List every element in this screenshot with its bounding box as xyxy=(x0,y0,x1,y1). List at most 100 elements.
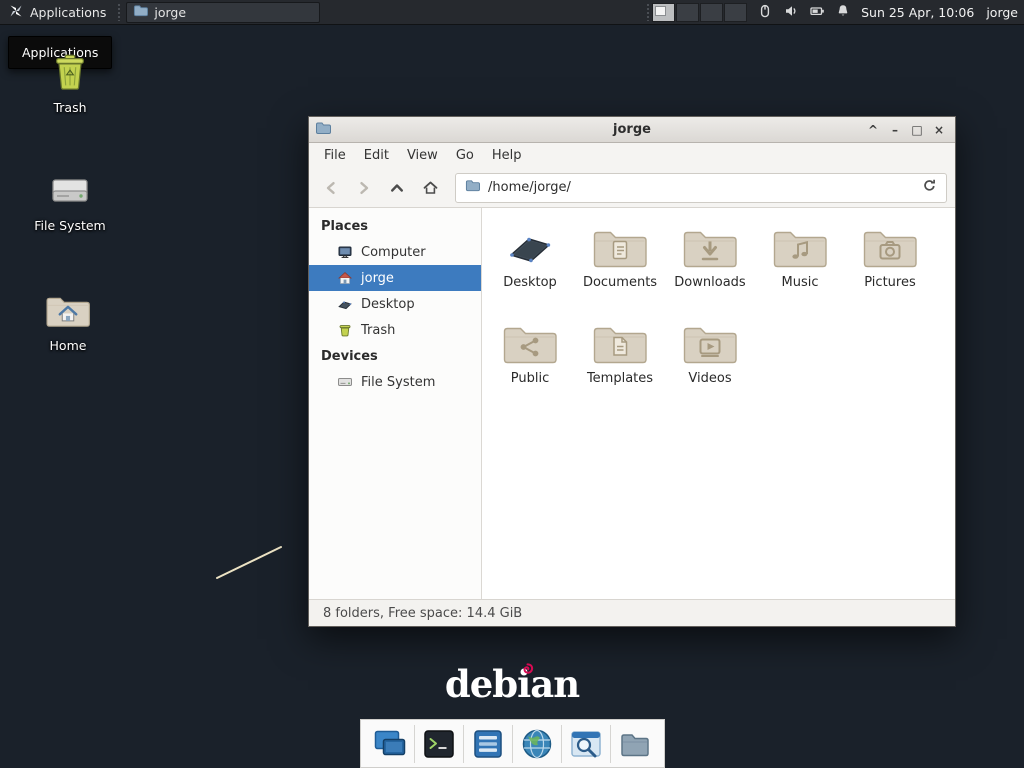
desktop: Applications jorge xyxy=(0,0,1024,768)
maximize-button[interactable]: □ xyxy=(907,121,927,139)
sidebar-item-computer[interactable]: Computer xyxy=(309,239,481,265)
application-finder-icon xyxy=(569,727,603,761)
sidebar-item-trash[interactable]: Trash xyxy=(309,317,481,343)
workspace-4[interactable] xyxy=(724,3,747,22)
home-button[interactable] xyxy=(416,174,444,202)
folder-downloads[interactable]: Downloads xyxy=(665,222,755,318)
volume-icon[interactable] xyxy=(783,3,799,22)
menu-view[interactable]: View xyxy=(398,145,447,166)
sidebar: Places Computer jorge xyxy=(309,208,482,599)
debian-wordmark: debian xyxy=(445,662,579,706)
sidebar-item-file-system[interactable]: File System xyxy=(309,369,481,395)
folder-label: Music xyxy=(782,275,819,290)
dock-separator xyxy=(463,725,464,763)
mouse-settings-icon[interactable] xyxy=(757,3,773,22)
applications-menu-button[interactable]: Applications xyxy=(0,0,114,24)
computer-icon xyxy=(337,244,353,260)
user-menu[interactable]: jorge xyxy=(986,5,1018,20)
close-button[interactable]: × xyxy=(929,121,949,139)
folder-desktop[interactable]: Desktop xyxy=(485,222,575,318)
sidebar-item-jorge[interactable]: jorge xyxy=(309,265,481,291)
workspace-1[interactable] xyxy=(652,3,675,22)
folder-label: Videos xyxy=(688,371,731,386)
home-icon xyxy=(337,270,353,286)
notifications-bell-icon[interactable] xyxy=(835,3,851,22)
back-button[interactable] xyxy=(317,174,345,202)
home-folder-icon xyxy=(45,290,91,332)
menu-file[interactable]: File xyxy=(315,145,355,166)
menu-help[interactable]: Help xyxy=(483,145,531,166)
menu-edit[interactable]: Edit xyxy=(355,145,398,166)
folder-music[interactable]: Music xyxy=(755,222,845,318)
window-title: jorge xyxy=(309,122,955,137)
folder-videos[interactable]: Videos xyxy=(665,318,755,414)
panel-separator xyxy=(115,4,122,21)
desktop-artifact-line xyxy=(210,540,294,586)
taskbar-window-button[interactable]: jorge xyxy=(126,2,320,23)
desktop-icon-trash[interactable]: Trash xyxy=(27,50,113,115)
folder-templates[interactable]: Templates xyxy=(575,318,665,414)
sidebar-item-label: File System xyxy=(361,375,435,390)
desktop-icon-filesystem[interactable]: File System xyxy=(27,170,113,233)
terminal-icon xyxy=(422,727,456,761)
folder-public[interactable]: Public xyxy=(485,318,575,414)
menu-go[interactable]: Go xyxy=(447,145,483,166)
folder-documents[interactable]: Documents xyxy=(575,222,665,318)
display-settings-icon xyxy=(373,727,407,761)
sidebar-header-devices: Devices xyxy=(309,343,481,369)
system-tray xyxy=(757,3,851,22)
sidebar-item-desktop[interactable]: Desktop xyxy=(309,291,481,317)
window-titlebar[interactable]: jorge ^ – □ × xyxy=(309,117,955,143)
desktop-icon xyxy=(337,296,353,312)
desktop-icon-home[interactable]: Home xyxy=(25,290,111,353)
workspace-3[interactable] xyxy=(700,3,723,22)
sidebar-item-label: jorge xyxy=(361,271,394,286)
desktop-pad-icon xyxy=(502,226,558,270)
dock-separator xyxy=(561,725,562,763)
file-manager-folder-icon xyxy=(618,727,652,761)
path-entry[interactable]: /home/jorge/ xyxy=(455,173,947,203)
dock-item-display-settings[interactable] xyxy=(367,722,413,766)
applications-menu-label: Applications xyxy=(30,5,106,20)
workspace-switcher xyxy=(652,3,747,22)
path-folder-icon xyxy=(465,178,480,197)
top-panel: Applications jorge xyxy=(0,0,1024,25)
desktop-icon-label: File System xyxy=(34,218,106,233)
trash-icon xyxy=(337,322,353,338)
task-folder-icon xyxy=(133,3,148,21)
sidebar-header-places: Places xyxy=(309,213,481,239)
web-browser-globe-icon xyxy=(520,727,554,761)
dock-item-application-finder[interactable] xyxy=(563,722,609,766)
menubar: File Edit View Go Help xyxy=(309,143,955,168)
dock-item-web-browser[interactable] xyxy=(514,722,560,766)
file-list: Desktop Documents xyxy=(482,208,955,599)
battery-icon[interactable] xyxy=(809,3,825,22)
dock-item-terminal[interactable] xyxy=(416,722,462,766)
debian-logo: debian xyxy=(0,662,1024,706)
workspace-2[interactable] xyxy=(676,3,699,22)
dock-separator xyxy=(414,725,415,763)
reload-button[interactable] xyxy=(922,178,937,197)
folder-pictures[interactable]: Pictures xyxy=(845,222,935,318)
window-body: Places Computer jorge xyxy=(309,208,955,599)
dock-item-file-manager[interactable] xyxy=(612,722,658,766)
toolbar: /home/jorge/ xyxy=(309,168,955,208)
music-folder-icon xyxy=(772,226,828,270)
panel-clock[interactable]: Sun 25 Apr, 10:06 xyxy=(861,5,974,20)
pictures-folder-icon xyxy=(862,226,918,270)
path-value: /home/jorge/ xyxy=(488,180,914,195)
desktop-icon-label: Trash xyxy=(53,100,86,115)
debian-swirl-icon xyxy=(521,661,534,680)
minimize-button[interactable]: – xyxy=(885,121,905,139)
statusbar: 8 folders, Free space: 14.4 GiB xyxy=(309,599,955,626)
statusbar-text: 8 folders, Free space: 14.4 GiB xyxy=(323,606,522,621)
dock-separator xyxy=(610,725,611,763)
window-controls: ^ – □ × xyxy=(863,121,949,139)
videos-folder-icon xyxy=(682,322,738,366)
up-button[interactable] xyxy=(383,174,411,202)
folder-label: Desktop xyxy=(503,275,557,290)
dock-item-panel-preferences[interactable] xyxy=(465,722,511,766)
forward-button[interactable] xyxy=(350,174,378,202)
shade-button[interactable]: ^ xyxy=(863,121,883,139)
panel-preferences-icon xyxy=(471,727,505,761)
